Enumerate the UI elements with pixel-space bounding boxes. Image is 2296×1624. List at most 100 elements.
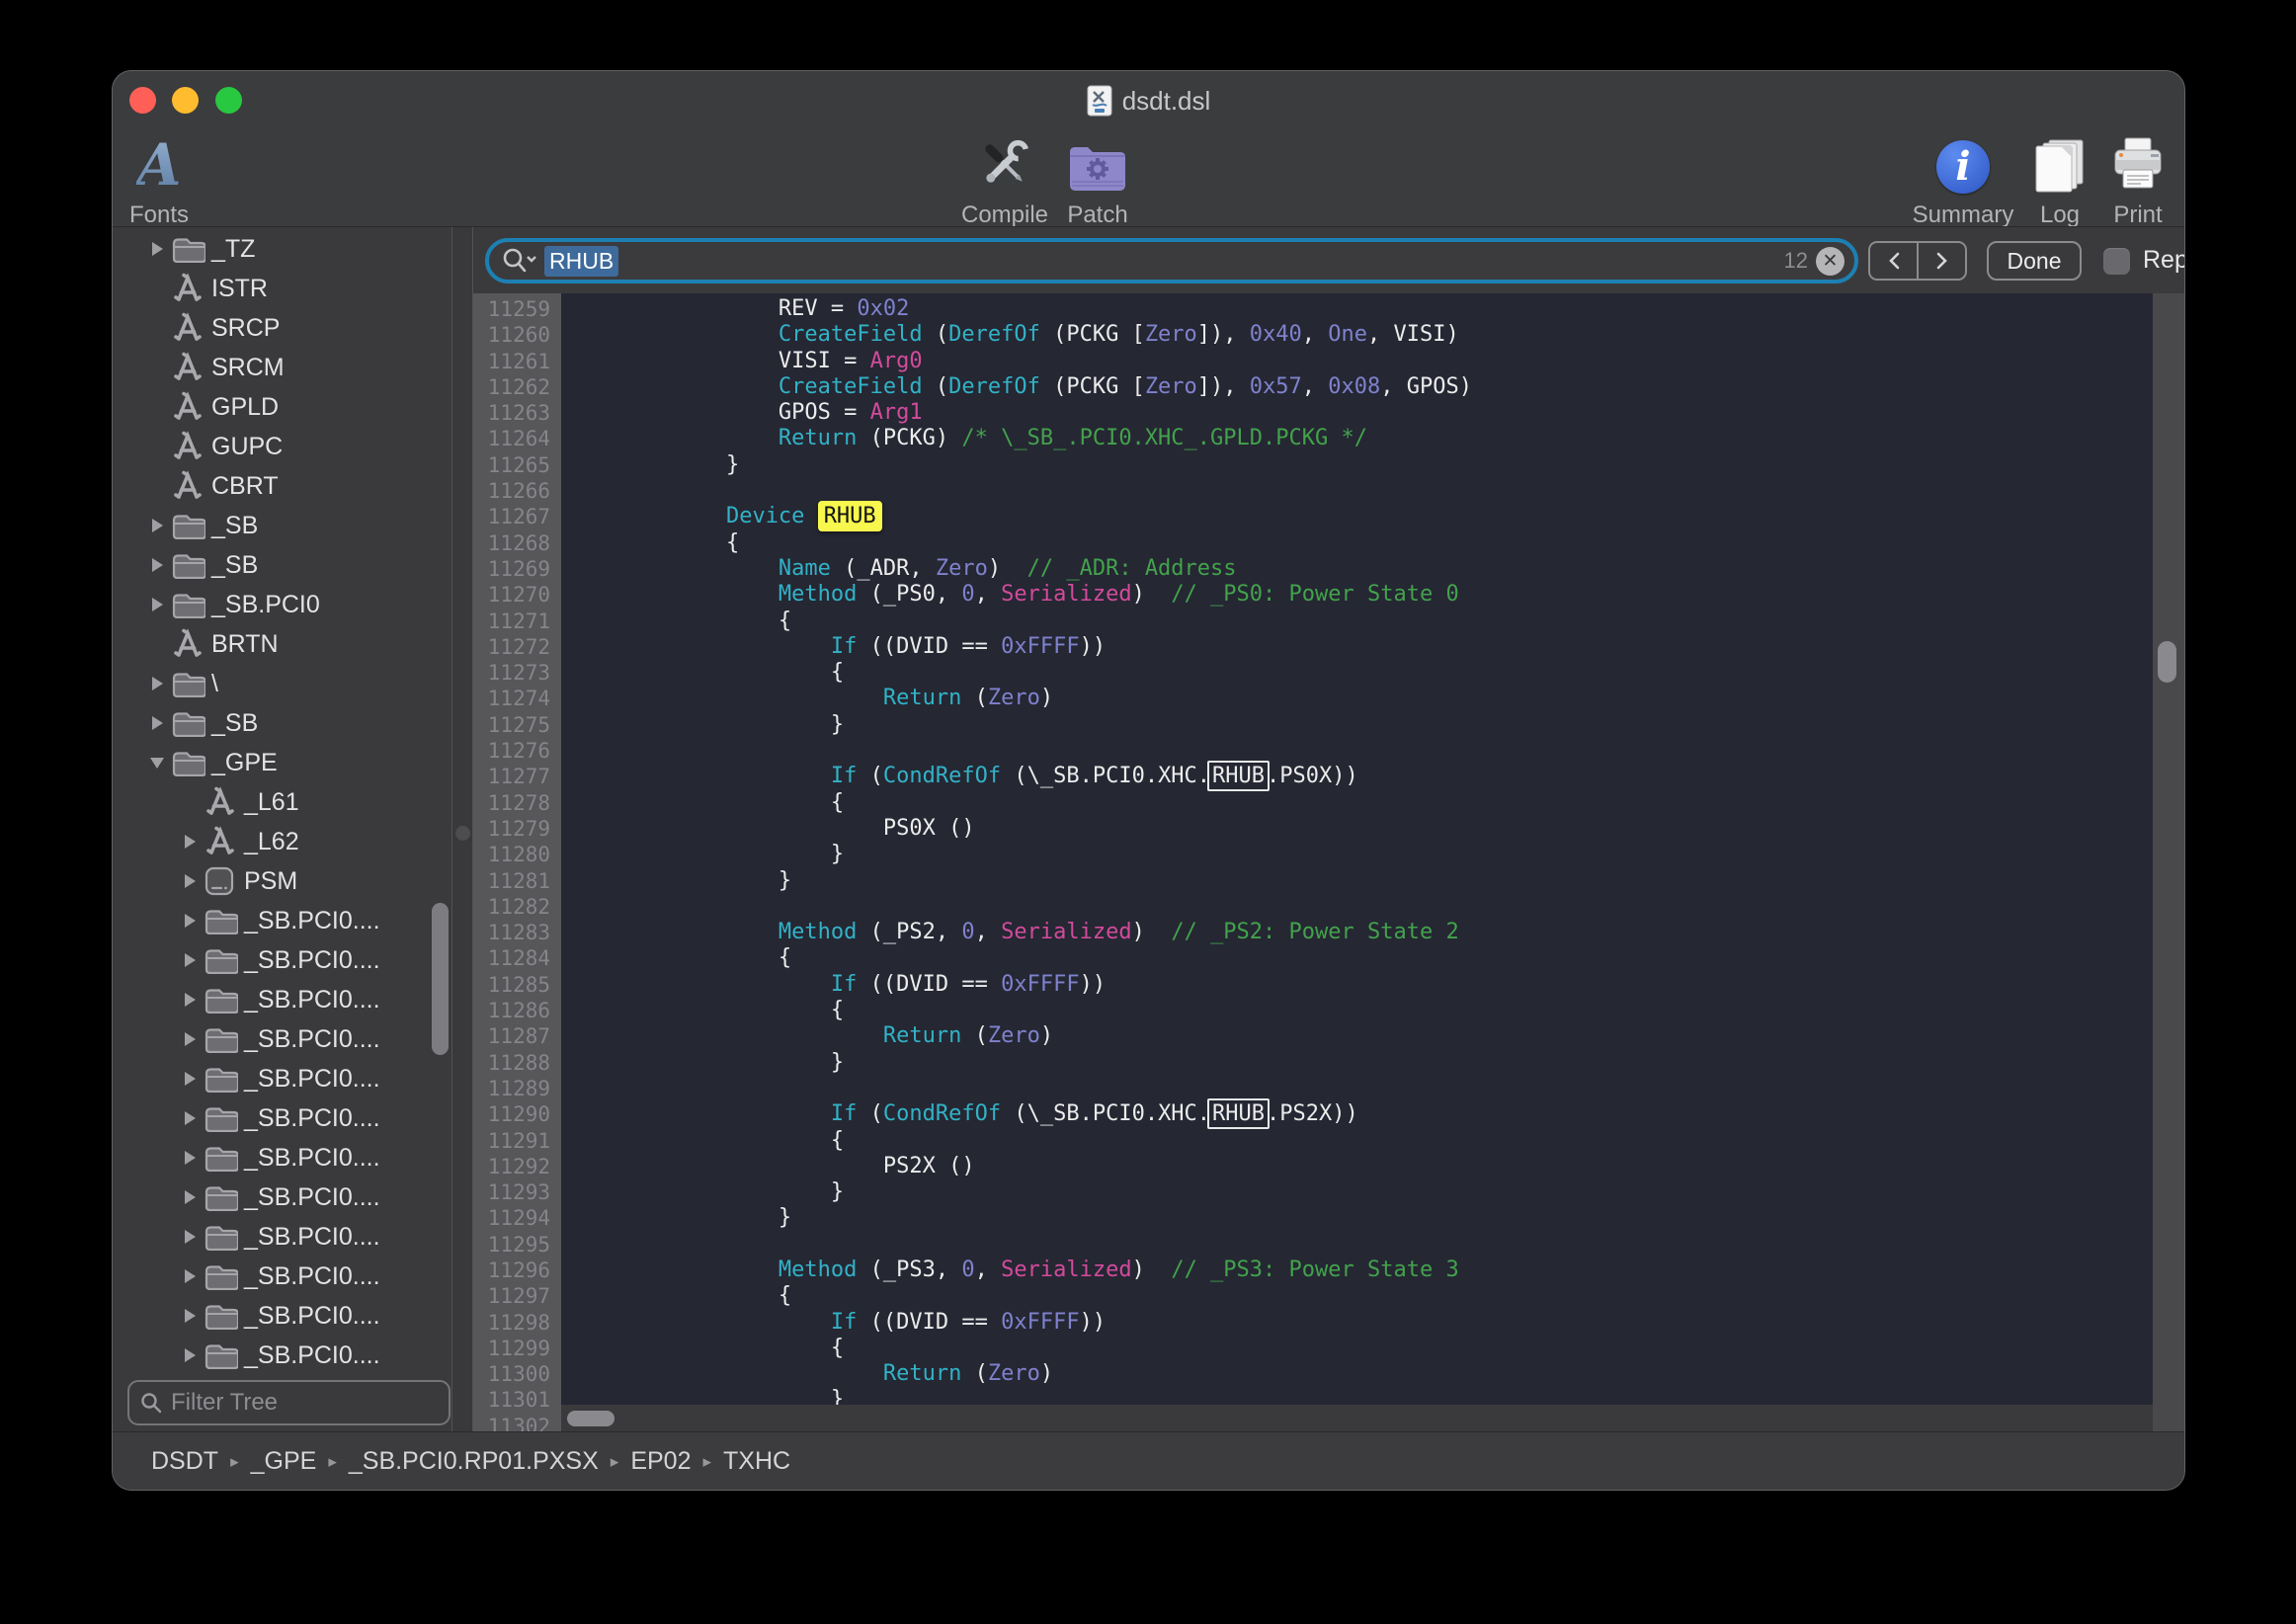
tree-item[interactable]: _SB.PCI0.... <box>175 901 429 940</box>
disk-icon <box>205 866 244 896</box>
filter-tree-field[interactable] <box>127 1380 451 1425</box>
previous-match-button[interactable] <box>1870 243 1919 279</box>
tree-item[interactable]: _GPE <box>142 743 429 782</box>
code-line: Method (_PS3, 0, Serialized) // _PS3: Po… <box>569 1258 2153 1283</box>
find-query-text[interactable]: RHUB <box>544 246 618 277</box>
tree-item[interactable]: _SB.PCI0.... <box>175 1059 429 1098</box>
disclosure-collapsed-icon[interactable] <box>175 1149 205 1167</box>
tree-item[interactable]: _SB.PCI0.... <box>175 980 429 1019</box>
disclosure-collapsed-icon[interactable] <box>142 240 172 258</box>
search-icon[interactable] <box>501 247 536 275</box>
code-line: { <box>569 1283 2153 1309</box>
print-label: Print <box>2113 202 2162 229</box>
tree-item[interactable]: SRCM <box>142 348 429 387</box>
disclosure-collapsed-icon[interactable] <box>175 991 205 1009</box>
vertical-scrollbar[interactable] <box>2153 293 2184 1431</box>
code-editor[interactable]: REV = 0x02 CreateField (DerefOf (PCKG [Z… <box>561 293 2153 1407</box>
tree-item[interactable]: _L61 <box>175 782 429 822</box>
breadcrumb-item[interactable]: DSDT <box>151 1447 218 1476</box>
tree-item[interactable]: _SB <box>142 506 429 545</box>
code-line <box>569 894 2153 920</box>
tree-item[interactable]: _SB.PCI0.... <box>175 1019 429 1059</box>
breadcrumb-item[interactable]: _SB.PCI0.RP01.PXSX <box>349 1447 599 1476</box>
disclosure-collapsed-icon[interactable] <box>175 1070 205 1088</box>
disclosure-collapsed-icon[interactable] <box>175 1188 205 1206</box>
breadcrumb-item[interactable]: TXHC <box>723 1447 790 1476</box>
tree-item[interactable]: SRCP <box>142 308 429 348</box>
find-nav-control <box>1868 241 1967 281</box>
disclosure-collapsed-icon[interactable] <box>142 714 172 732</box>
disclosure-collapsed-icon[interactable] <box>175 1228 205 1246</box>
vertical-scrollbar-thumb[interactable] <box>2158 641 2176 683</box>
breadcrumb-item[interactable]: EP02 <box>630 1447 691 1476</box>
tree-item[interactable]: \ <box>142 664 429 703</box>
line-number: 11300 <box>473 1361 561 1387</box>
splitter-handle-dot <box>455 826 470 841</box>
disclosure-collapsed-icon[interactable] <box>175 1109 205 1127</box>
disclosure-collapsed-icon[interactable] <box>175 1346 205 1364</box>
horizontal-scrollbar[interactable] <box>561 1405 2153 1431</box>
disclosure-collapsed-icon[interactable] <box>142 675 172 692</box>
tree-item[interactable]: PSM <box>175 861 429 901</box>
sidebar-scrollbar-thumb[interactable] <box>432 903 449 1055</box>
line-number: 11261 <box>473 349 561 374</box>
tree-item[interactable]: BRTN <box>142 624 429 664</box>
clear-search-icon[interactable]: ✕ <box>1816 247 1845 276</box>
tree-item-label: _SB.PCI0.... <box>244 1025 380 1054</box>
tree-item[interactable]: _SB.PCI0.... <box>175 1098 429 1138</box>
tree-item[interactable]: ISTR <box>142 269 429 308</box>
tree-item[interactable]: _SB.PCI0.... <box>175 1296 429 1336</box>
find-field[interactable]: RHUB 12 ✕ <box>485 238 1858 284</box>
tree-item[interactable]: GPLD <box>142 387 429 427</box>
code-line: GPOS = Arg1 <box>569 400 2153 426</box>
done-button[interactable]: Done <box>1987 241 2082 281</box>
folder-icon <box>172 236 211 263</box>
disclosure-collapsed-icon[interactable] <box>175 1030 205 1048</box>
tree-item[interactable]: _SB.PCI0.... <box>175 1138 429 1177</box>
disclosure-collapsed-icon[interactable] <box>175 951 205 969</box>
line-number: 11269 <box>473 556 561 582</box>
tree-item-label: PSM <box>244 867 297 896</box>
tree-item[interactable]: CBRT <box>142 466 429 506</box>
tree-item[interactable]: _SB.PCI0 <box>142 585 429 624</box>
tree-item[interactable]: _SB.PCI0.... <box>175 1257 429 1296</box>
filter-tree-input[interactable] <box>171 1389 477 1417</box>
code-line: PS2X () <box>569 1154 2153 1179</box>
disclosure-expanded-icon[interactable] <box>142 755 172 771</box>
tree-item[interactable]: GUPC <box>142 427 429 466</box>
disclosure-collapsed-icon[interactable] <box>142 556 172 574</box>
tree-item[interactable]: _SB.PCI0.... <box>175 940 429 980</box>
breadcrumb-item[interactable]: _GPE <box>251 1447 317 1476</box>
method-icon <box>205 826 244 857</box>
next-match-button[interactable] <box>1919 243 1965 279</box>
pane-splitter[interactable] <box>451 227 473 1431</box>
fonts-button[interactable]: A Fonts <box>112 132 233 229</box>
tree-item[interactable]: _L62 <box>175 822 429 861</box>
tree-item-label: _SB.PCI0.... <box>244 1223 380 1252</box>
disclosure-collapsed-icon[interactable] <box>142 517 172 534</box>
tree-item-label: _L62 <box>244 828 299 856</box>
tree-item[interactable]: _SB <box>142 703 429 743</box>
disclosure-collapsed-icon[interactable] <box>175 1267 205 1285</box>
tree-item-label: _SB.PCI0.... <box>244 907 380 935</box>
disclosure-collapsed-icon[interactable] <box>175 1307 205 1325</box>
code-line: Method (_PS0, 0, Serialized) // _PS0: Po… <box>569 582 2153 608</box>
tree-item[interactable]: _TZ <box>142 229 429 269</box>
disclosure-collapsed-icon[interactable] <box>142 596 172 613</box>
method-icon <box>172 312 211 344</box>
code-line: { <box>569 945 2153 971</box>
patch-button[interactable]: Patch <box>1024 132 1172 229</box>
tree-item[interactable]: _SB <box>142 545 429 585</box>
horizontal-scrollbar-thumb[interactable] <box>567 1411 615 1426</box>
tree-item[interactable]: _SB.PCI0.... <box>175 1177 429 1217</box>
replace-checkbox[interactable] <box>2103 248 2130 275</box>
tree-item[interactable]: _SB.PCI0.... <box>175 1217 429 1257</box>
tree-item[interactable]: _SB.PCI0.... <box>175 1336 429 1375</box>
disclosure-collapsed-icon[interactable] <box>175 912 205 930</box>
folder-icon <box>172 552 211 579</box>
print-button[interactable]: Print <box>2064 132 2185 229</box>
disclosure-collapsed-icon[interactable] <box>175 872 205 890</box>
tree-item-label: GUPC <box>211 433 283 461</box>
disclosure-collapsed-icon[interactable] <box>175 833 205 851</box>
line-number: 11281 <box>473 868 561 894</box>
